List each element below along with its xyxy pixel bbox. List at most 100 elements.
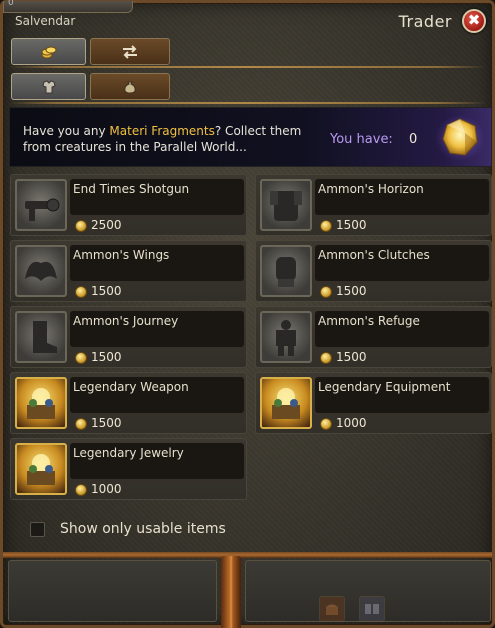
item-icon[interactable] bbox=[260, 245, 312, 297]
boots-icon bbox=[33, 321, 57, 353]
item-icon[interactable] bbox=[260, 311, 312, 363]
shop-item[interactable]: Legendary Equipment 1000 bbox=[255, 372, 492, 434]
legendary-chest-icon bbox=[27, 388, 55, 419]
legendary-chest-icon bbox=[272, 388, 300, 419]
banner-highlight: Materi Fragments bbox=[109, 124, 215, 138]
tab-equipment[interactable] bbox=[11, 73, 86, 100]
item-icon[interactable] bbox=[15, 245, 67, 297]
exchange-arrows-icon bbox=[123, 44, 137, 59]
item-price-box: 1500 bbox=[315, 349, 489, 366]
armor-icon bbox=[41, 79, 56, 93]
npc-name: Salvendar bbox=[15, 14, 76, 28]
shop-item[interactable]: Ammon's Clutches 1500 bbox=[255, 240, 492, 302]
banner-text: Have you any Materi Fragments? Collect t… bbox=[23, 123, 323, 155]
item-icon[interactable] bbox=[260, 377, 312, 429]
bag-icon bbox=[124, 81, 136, 94]
item-name-box: Legendary Weapon bbox=[70, 377, 244, 413]
item-icon[interactable] bbox=[15, 179, 67, 231]
you-have-label: You have: bbox=[330, 132, 393, 147]
item-price: 1500 bbox=[91, 350, 122, 364]
footer-slot-right[interactable] bbox=[359, 596, 385, 622]
item-name: Ammon's Wings bbox=[73, 248, 170, 262]
coin-icon bbox=[75, 352, 87, 364]
item-name: Ammon's Journey bbox=[73, 314, 179, 328]
item-name: Ammon's Refuge bbox=[318, 314, 420, 328]
item-icon[interactable] bbox=[260, 179, 312, 231]
materi-fragment-icon bbox=[432, 112, 488, 164]
legendary-chest-icon bbox=[27, 454, 55, 485]
item-price-box: 1500 bbox=[315, 217, 489, 234]
item-icon[interactable] bbox=[15, 377, 67, 429]
item-price-box: 1500 bbox=[315, 283, 489, 300]
item-name: Legendary Jewelry bbox=[73, 446, 184, 460]
tab-bags[interactable] bbox=[90, 73, 170, 100]
shop-item[interactable]: Ammon's Wings 1500 bbox=[10, 240, 247, 302]
close-button[interactable]: ✖ bbox=[462, 9, 486, 33]
item-icon[interactable] bbox=[15, 443, 67, 495]
item-name-box: Ammon's Refuge bbox=[315, 311, 489, 347]
coin-icon bbox=[75, 286, 87, 298]
tab-exchange[interactable] bbox=[90, 38, 170, 65]
item-price-box: 2500 bbox=[70, 217, 244, 234]
item-name: Legendary Equipment bbox=[318, 380, 451, 394]
top-stub-value: 0 bbox=[8, 0, 14, 8]
close-icon: ✖ bbox=[467, 11, 481, 29]
item-price: 2500 bbox=[91, 218, 122, 232]
shop-item[interactable]: Ammon's Refuge 1500 bbox=[255, 306, 492, 368]
footer-slot-left[interactable] bbox=[319, 596, 345, 622]
item-price: 1000 bbox=[336, 416, 367, 430]
item-price: 1500 bbox=[336, 350, 367, 364]
usable-filter-label: Show only usable items bbox=[60, 521, 226, 537]
shop-item[interactable]: Ammon's Journey 1500 bbox=[10, 306, 247, 368]
item-name: Ammon's Horizon bbox=[318, 182, 424, 196]
coin-icon bbox=[75, 220, 87, 232]
shop-item[interactable]: End Times Shotgun 2500 bbox=[10, 174, 247, 236]
item-price: 1500 bbox=[91, 284, 122, 298]
item-icon[interactable] bbox=[15, 311, 67, 363]
item-name-box: End Times Shotgun bbox=[70, 179, 244, 215]
item-price-box: 1000 bbox=[315, 415, 489, 432]
item-price: 1500 bbox=[336, 284, 367, 298]
gauntlets-icon bbox=[276, 257, 296, 287]
item-price-box: 1000 bbox=[70, 481, 244, 498]
item-price-box: 1500 bbox=[70, 415, 244, 432]
item-name: Legendary Weapon bbox=[73, 380, 189, 394]
item-name-box: Ammon's Wings bbox=[70, 245, 244, 281]
window-title: Trader bbox=[398, 12, 452, 31]
banner-text-before: Have you any bbox=[23, 124, 110, 138]
item-price: 1000 bbox=[91, 482, 122, 496]
coin-icon bbox=[320, 352, 332, 364]
you-have-value: 0 bbox=[409, 132, 418, 147]
coin-icon bbox=[75, 484, 87, 496]
coin-icon bbox=[320, 220, 332, 232]
armor-suit-icon bbox=[276, 320, 296, 356]
usable-checkbox[interactable] bbox=[30, 521, 45, 537]
coin-icon bbox=[75, 418, 87, 430]
coin-icon bbox=[320, 418, 332, 430]
subtabs-divider bbox=[9, 102, 486, 104]
tabs-divider bbox=[9, 66, 486, 68]
item-name-box: Legendary Equipment bbox=[315, 377, 489, 413]
wings-icon bbox=[25, 261, 57, 281]
chest-icon bbox=[326, 604, 338, 615]
usable-filter[interactable]: Show only usable items bbox=[30, 521, 226, 537]
shop-item[interactable]: Ammon's Horizon 1500 bbox=[255, 174, 492, 236]
footer-panel-left bbox=[8, 560, 217, 622]
materi-banner: Have you any Materi Fragments? Collect t… bbox=[9, 107, 492, 167]
trader-window: 0 Salvendar Trader ✖ Have you any Materi… bbox=[0, 0, 495, 628]
item-name-box: Legendary Jewelry bbox=[70, 443, 244, 479]
footer-separator bbox=[3, 552, 492, 558]
footer bbox=[3, 552, 492, 628]
item-name-box: Ammon's Journey bbox=[70, 311, 244, 347]
top-stub: 0 bbox=[3, 0, 133, 13]
item-name: Ammon's Clutches bbox=[318, 248, 430, 262]
book-icon bbox=[365, 604, 379, 614]
tab-buy[interactable] bbox=[11, 38, 86, 65]
shotgun-icon bbox=[25, 198, 60, 221]
shop-item[interactable]: Legendary Jewelry 1000 bbox=[10, 438, 247, 500]
shop-item[interactable]: Legendary Weapon 1500 bbox=[10, 372, 247, 434]
item-price: 1500 bbox=[336, 218, 367, 232]
item-name-box: Ammon's Horizon bbox=[315, 179, 489, 215]
gold-coins-icon bbox=[41, 46, 56, 58]
item-price: 1500 bbox=[91, 416, 122, 430]
